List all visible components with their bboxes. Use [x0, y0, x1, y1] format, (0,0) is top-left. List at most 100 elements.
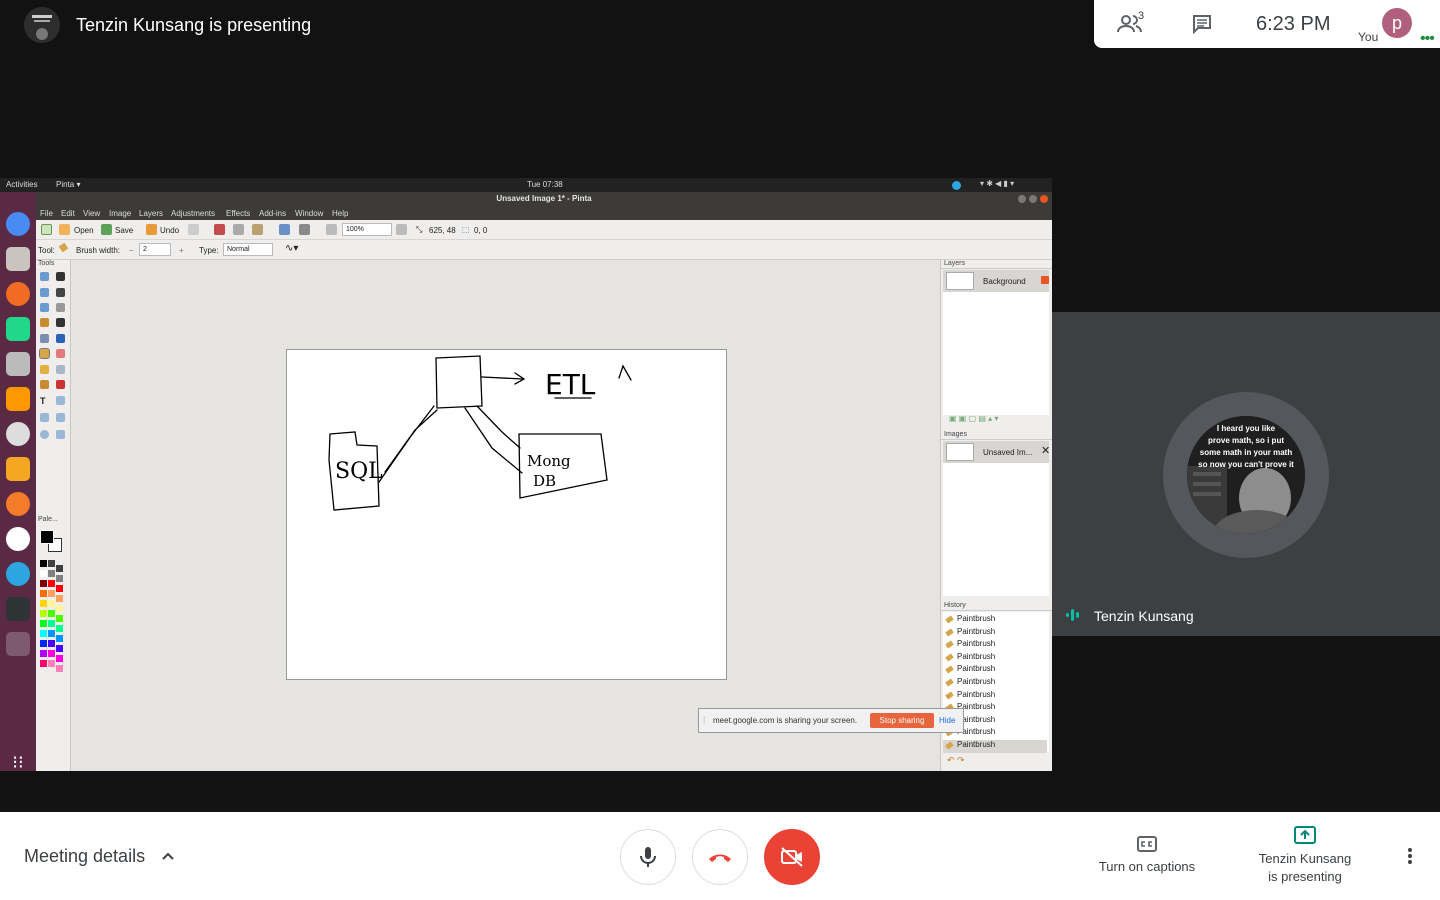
palette-swatch[interactable]: [48, 630, 55, 637]
palette-swatch[interactable]: [48, 660, 55, 667]
palette-swatch[interactable]: [40, 650, 47, 657]
palette-swatch[interactable]: [56, 645, 63, 652]
system-clock[interactable]: Tue 07:38: [527, 180, 563, 189]
palette-swatch[interactable]: [40, 600, 47, 607]
palette-swatch[interactable]: [48, 580, 55, 587]
menu-image[interactable]: Image: [109, 209, 131, 218]
deselect-icon[interactable]: [299, 224, 310, 235]
chat-button[interactable]: [1166, 0, 1238, 48]
palette-swatch[interactable]: [56, 595, 63, 602]
system-tray-icons[interactable]: ▾ ✱ ◀ ▮ ▾: [980, 179, 1014, 188]
menu-adjustments[interactable]: Adjustments: [171, 209, 215, 218]
captions-button[interactable]: Turn on captions: [1090, 836, 1204, 876]
color-picker-tool-icon[interactable]: [56, 365, 65, 374]
palette-swatch[interactable]: [56, 655, 63, 662]
terminal-icon[interactable]: [6, 597, 30, 621]
copy-icon[interactable]: [233, 224, 244, 235]
sublime-icon[interactable]: [6, 387, 30, 411]
primary-color-swatch[interactable]: [40, 530, 54, 544]
zoom-out-icon[interactable]: [326, 224, 337, 235]
palette-swatch[interactable]: [56, 575, 63, 582]
telegram-tray-icon[interactable]: [952, 181, 961, 190]
ellipse-select-tool-icon[interactable]: [40, 303, 49, 312]
telegram-icon[interactable]: [6, 562, 30, 586]
history-item[interactable]: Paintbrush: [943, 690, 1047, 703]
recolor-tool-icon[interactable]: [56, 380, 65, 389]
eraser-tool-icon[interactable]: [56, 349, 65, 358]
ellipse-tool-icon[interactable]: [40, 430, 49, 439]
pan-tool-icon[interactable]: [56, 318, 65, 327]
paste-icon[interactable]: [252, 224, 263, 235]
palette-swatch[interactable]: [56, 585, 63, 592]
people-button[interactable]: 3: [1094, 0, 1166, 48]
history-undo-redo-icons[interactable]: ↶ ↷: [947, 755, 965, 766]
palette-swatch[interactable]: [48, 620, 55, 627]
palette-swatch[interactable]: [48, 590, 55, 597]
palette-swatch[interactable]: [40, 660, 47, 667]
postman-icon[interactable]: [6, 492, 30, 516]
menu-effects[interactable]: Effects: [226, 209, 250, 218]
leave-call-button[interactable]: [692, 829, 748, 885]
palette-swatch[interactable]: [56, 635, 63, 642]
camera-off-button[interactable]: [764, 829, 820, 885]
palette-swatch[interactable]: [56, 615, 63, 622]
open-icon[interactable]: [59, 224, 70, 235]
move-selected-tool-icon[interactable]: [56, 272, 65, 281]
zoom-tool-icon[interactable]: [56, 303, 65, 312]
app-menu[interactable]: Pinta ▾: [56, 180, 80, 189]
history-item[interactable]: Paintbrush: [943, 677, 1047, 690]
palette-swatch[interactable]: [40, 620, 47, 627]
brush-width-increase-icon[interactable]: +: [179, 246, 184, 255]
lasso-tool-icon[interactable]: [40, 288, 49, 297]
undo-icon[interactable]: [146, 224, 157, 235]
mongodb-compass-icon[interactable]: [6, 527, 30, 551]
crop-icon[interactable]: [279, 224, 290, 235]
palette-swatch[interactable]: [48, 600, 55, 607]
minimize-icon[interactable]: [1018, 195, 1026, 203]
layer-row-background[interactable]: Background: [943, 270, 1049, 292]
camera-icon[interactable]: [6, 352, 30, 376]
maximize-icon[interactable]: [1029, 195, 1037, 203]
rectangle-select-tool-icon[interactable]: [40, 272, 49, 281]
history-item[interactable]: Paintbrush: [943, 627, 1047, 640]
history-item[interactable]: Paintbrush: [943, 639, 1047, 652]
menu-addins[interactable]: Add-ins: [259, 209, 286, 218]
history-item[interactable]: Paintbrush: [943, 652, 1047, 665]
menu-view[interactable]: View: [83, 209, 100, 218]
freeform-shape-tool-icon[interactable]: [56, 430, 65, 439]
microphone-button[interactable]: [620, 829, 676, 885]
clone-stamp-tool-icon[interactable]: [40, 380, 49, 389]
palette-swatch[interactable]: [40, 580, 47, 587]
show-apps-icon[interactable]: ⁝⁝: [6, 752, 30, 771]
palette-swatch[interactable]: [40, 570, 47, 577]
redo-icon[interactable]: [188, 224, 199, 235]
rounded-rectangle-tool-icon[interactable]: [56, 413, 65, 422]
palette-swatch[interactable]: [48, 640, 55, 647]
history-item[interactable]: Paintbrush: [943, 740, 1047, 753]
antialias-icon[interactable]: ∿▾: [285, 243, 298, 254]
more-activity-icon[interactable]: •••: [1420, 30, 1435, 48]
palette-swatch[interactable]: [56, 565, 63, 572]
menu-help[interactable]: Help: [332, 209, 348, 218]
menu-window[interactable]: Window: [295, 209, 323, 218]
palette-swatch[interactable]: [56, 605, 63, 612]
files-icon[interactable]: [6, 247, 30, 271]
palette-swatch[interactable]: [48, 570, 55, 577]
drag-handle-icon[interactable]: ⁞: [703, 716, 705, 725]
hide-notice-button[interactable]: Hide: [939, 716, 955, 725]
menu-file[interactable]: File: [40, 209, 53, 218]
paintbrush-tool-button-icon[interactable]: [39, 348, 50, 359]
palette-swatch[interactable]: [48, 650, 55, 657]
save-button[interactable]: Save: [115, 226, 133, 235]
image-row[interactable]: Unsaved Im... ✕: [943, 441, 1050, 463]
palette-swatch[interactable]: [56, 665, 63, 672]
save-icon[interactable]: [101, 224, 112, 235]
pycharm-icon[interactable]: [6, 317, 30, 341]
magic-wand-tool-icon[interactable]: [40, 318, 49, 327]
activities-button[interactable]: Activities: [6, 180, 38, 189]
close-image-icon[interactable]: ✕: [1041, 444, 1050, 457]
palette-swatch[interactable]: [48, 610, 55, 617]
zoom-field[interactable]: 100%: [342, 223, 392, 236]
close-icon[interactable]: [1040, 195, 1048, 203]
new-image-icon[interactable]: [41, 224, 52, 235]
